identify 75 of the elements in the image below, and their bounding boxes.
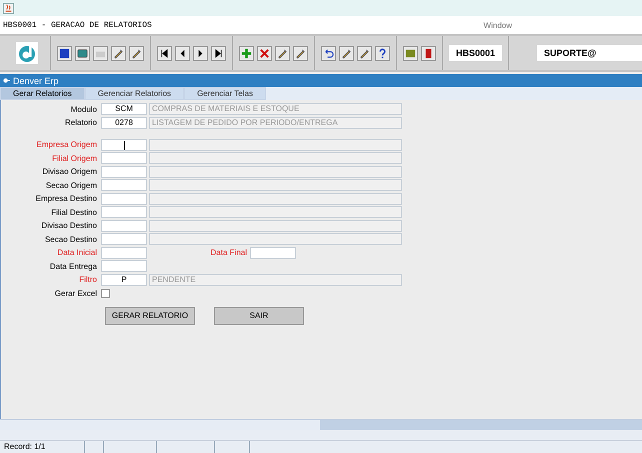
tool-icon (113, 48, 124, 58)
field-label: Filial Destino (50, 208, 98, 216)
field-label: Filial Origem (51, 154, 98, 162)
field-label: Modulo (70, 104, 98, 114)
code-field[interactable] (101, 220, 147, 232)
tool-icon (295, 48, 306, 58)
code-field[interactable] (101, 192, 147, 204)
exit-button[interactable] (421, 46, 436, 60)
description-field: LISTAGEM DE PEDIDO POR PERIODO/ENTREGA (149, 116, 402, 128)
field-label: Divisao Origem (41, 167, 98, 176)
field-label: Data Entrega (48, 262, 98, 270)
java-icon (3, 2, 14, 14)
help-icon (377, 48, 388, 58)
field-label: Secao Destino (44, 234, 98, 244)
tab[interactable]: Gerenciar Telas (184, 87, 266, 100)
screen-button[interactable] (75, 46, 90, 60)
tool-icon (77, 48, 88, 58)
undo-button[interactable] (321, 46, 336, 60)
field-label: Secao Origem (44, 180, 98, 190)
status-record: Record: 1/1 (0, 441, 85, 453)
tool-icon (59, 48, 70, 58)
code-field[interactable]: SCM (101, 103, 147, 115)
field-label: Relatorio (64, 118, 98, 127)
help-button[interactable] (375, 46, 390, 60)
exit-button[interactable]: SAIR (214, 306, 304, 324)
tool-icon (423, 48, 434, 58)
window-menu[interactable]: Window (484, 20, 512, 30)
code-field[interactable] (101, 206, 147, 218)
last-button[interactable] (211, 46, 226, 60)
description-field: PENDENTE (149, 274, 402, 286)
description-field: COMPRAS DE MATERIAIS E ESTOQUE (149, 103, 402, 115)
tab[interactable]: Gerenciar Relatorios (84, 87, 184, 100)
field-label: Divisao Destino (40, 221, 98, 230)
tool-icon (405, 48, 416, 58)
field-label: Filtro (78, 275, 98, 284)
code-field[interactable] (101, 152, 147, 164)
window-title: HBS0001 - GERACAO DE RELATORIOS (3, 20, 152, 30)
frame-icon (3, 77, 10, 84)
program-code-field: HBS0001 (449, 45, 502, 61)
code-field[interactable] (101, 233, 147, 245)
code-field[interactable] (101, 138, 147, 150)
tool-icon (159, 48, 170, 58)
code-field[interactable]: P (101, 274, 147, 286)
code-field[interactable] (101, 166, 147, 178)
next-button[interactable] (193, 46, 208, 60)
tool-icon (213, 48, 224, 58)
tool-icon (241, 48, 252, 58)
tool-icon (277, 48, 288, 58)
tool-icon (359, 48, 370, 58)
horizontal-scrollbar[interactable] (0, 419, 642, 430)
user-field: SUPORTE@ (537, 45, 642, 61)
save-button[interactable] (57, 46, 72, 60)
field-label: Empresa Origem (36, 140, 98, 149)
field-label: Data Inicial (56, 248, 98, 257)
first-button[interactable] (157, 46, 172, 60)
add-button[interactable] (239, 46, 254, 60)
code-field[interactable] (101, 179, 147, 191)
date-field[interactable] (250, 246, 296, 258)
prev-button[interactable] (175, 46, 190, 60)
date-field[interactable] (101, 246, 147, 258)
logo-icon (16, 42, 38, 64)
tool-icon (341, 48, 352, 58)
tool-icon (323, 48, 334, 58)
date-field[interactable] (101, 260, 147, 272)
tool-icon (131, 48, 142, 58)
tab[interactable]: Gerar Relatorios (0, 87, 85, 100)
field-label: Data Final (210, 248, 248, 257)
field-label: Gerar Excel (54, 288, 98, 298)
generate-button[interactable]: GERAR RELATORIO (105, 306, 195, 324)
field-label: Empresa Destino (34, 194, 98, 203)
tool-icon (259, 48, 270, 58)
code-field[interactable]: 0278 (101, 116, 147, 128)
frame-title: Denver Erp (13, 76, 59, 86)
del-button[interactable] (257, 46, 272, 60)
checkbox[interactable] (101, 288, 110, 298)
